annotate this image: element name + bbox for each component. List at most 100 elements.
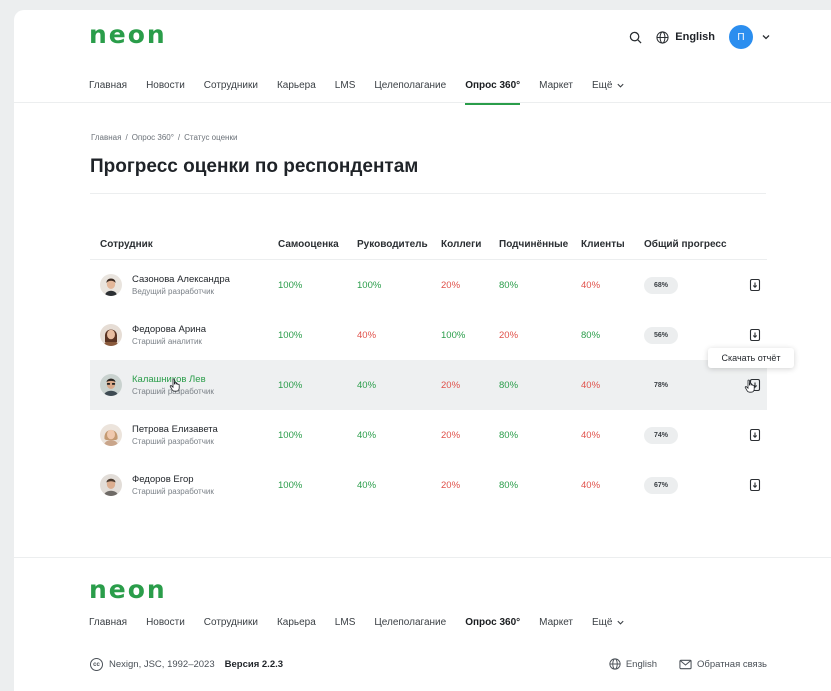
footer-nav-lms[interactable]: LMS bbox=[335, 613, 356, 632]
footer-nav: Главная Новости Сотрудники Карьера LMS Ц… bbox=[89, 607, 625, 637]
footer-nav-survey-360[interactable]: Опрос 360° bbox=[465, 613, 520, 632]
footer-nav-goals[interactable]: Целеполагание bbox=[374, 613, 446, 632]
table-row[interactable]: Калашников Лев Старший разработчик 100% … bbox=[90, 360, 767, 410]
footer-language-switch[interactable]: English bbox=[609, 658, 657, 670]
clients-score: 40% bbox=[581, 429, 601, 441]
main-nav: Главная Новости Сотрудники Карьера LMS Ц… bbox=[89, 70, 625, 105]
footer-nav-employees[interactable]: Сотрудники bbox=[204, 613, 258, 632]
copyright-icon: cc bbox=[90, 658, 103, 671]
clients-score: 40% bbox=[581, 379, 601, 391]
footer-nav-career[interactable]: Карьера bbox=[277, 613, 316, 632]
self-score: 100% bbox=[278, 479, 303, 491]
subordinates-score: 80% bbox=[499, 479, 519, 491]
logo[interactable]: neon bbox=[89, 20, 167, 49]
employee-cell: Калашников Лев Старший разработчик bbox=[90, 374, 278, 396]
footer-nav-more[interactable]: Ещё bbox=[592, 613, 625, 632]
feedback-label: Обратная связь bbox=[697, 658, 767, 670]
search-icon[interactable] bbox=[629, 31, 642, 44]
download-report-icon[interactable] bbox=[748, 278, 762, 292]
chevron-down-icon bbox=[762, 35, 770, 40]
copyright: cc Nexign, JSC, 1992–2023 Версия 2.2.3 bbox=[90, 658, 283, 671]
col-manager: Руководитель bbox=[357, 239, 428, 250]
footer-divider bbox=[14, 557, 831, 558]
employee-cell: Федорова Арина Старший аналитик bbox=[90, 324, 278, 346]
self-score: 100% bbox=[278, 329, 303, 341]
language-switch[interactable]: English bbox=[656, 30, 715, 44]
avatar: П bbox=[729, 25, 753, 49]
breadcrumb-survey[interactable]: Опрос 360° bbox=[132, 133, 174, 142]
nav-item-home[interactable]: Главная bbox=[89, 76, 127, 95]
download-tooltip: Скачать отчёт bbox=[708, 348, 794, 368]
nav-item-career[interactable]: Карьера bbox=[277, 76, 316, 95]
progress-badge: 67% bbox=[644, 476, 678, 494]
breadcrumb-separator: / bbox=[125, 133, 128, 142]
employee-name[interactable]: Петрова Елизавета bbox=[132, 424, 218, 435]
manager-score: 40% bbox=[357, 329, 377, 341]
breadcrumb-separator: / bbox=[177, 133, 181, 142]
table-row[interactable]: Федоров Егор Старший разработчик 100% 40… bbox=[90, 460, 767, 510]
download-report-icon[interactable] bbox=[748, 478, 762, 492]
avatar bbox=[100, 424, 122, 446]
employee-name[interactable]: Сазонова Александра bbox=[132, 274, 230, 285]
clients-score: 40% bbox=[581, 479, 601, 491]
chevron-down-icon bbox=[617, 83, 625, 88]
footer-logo[interactable]: neon bbox=[89, 575, 167, 604]
footer-actions: English Обратная связь bbox=[609, 658, 767, 670]
progress-table: Сотрудник Самооценка Руководитель Коллег… bbox=[90, 230, 767, 510]
copyright-text: Nexign, JSC, 1992–2023 bbox=[109, 659, 215, 670]
table-row[interactable]: Петрова Елизавета Старший разработчик 10… bbox=[90, 410, 767, 460]
clients-score: 40% bbox=[581, 279, 601, 291]
download-report-icon[interactable] bbox=[748, 328, 762, 342]
employee-cell: Петрова Елизавета Старший разработчик bbox=[90, 424, 278, 446]
avatar bbox=[100, 374, 122, 396]
nav-item-employees[interactable]: Сотрудники bbox=[204, 76, 258, 95]
nav-more-label: Ещё bbox=[592, 616, 613, 628]
employee-role: Старший разработчик bbox=[132, 437, 214, 446]
employee-role: Ведущий разработчик bbox=[132, 287, 215, 296]
manager-score: 100% bbox=[357, 279, 382, 291]
progress-badge: 74% bbox=[644, 426, 678, 444]
table-row[interactable]: Сазонова Александра Ведущий разработчик … bbox=[90, 260, 767, 310]
colleagues-score: 20% bbox=[441, 379, 461, 391]
employee-name[interactable]: Федорова Арина bbox=[132, 324, 206, 335]
table-header: Сотрудник Самооценка Руководитель Коллег… bbox=[90, 230, 767, 260]
nav-item-news[interactable]: Новости bbox=[146, 76, 185, 95]
chevron-down-icon bbox=[617, 620, 625, 625]
table-row[interactable]: Федорова Арина Старший аналитик 100% 40%… bbox=[90, 310, 767, 360]
footer-nav-news[interactable]: Новости bbox=[146, 613, 185, 632]
feedback-link[interactable]: Обратная связь bbox=[679, 658, 767, 670]
progress-badge: 68% bbox=[644, 276, 678, 294]
footer-nav-home[interactable]: Главная bbox=[89, 613, 127, 632]
download-report-icon[interactable] bbox=[748, 428, 762, 442]
globe-icon bbox=[609, 658, 621, 670]
employee-cell: Федоров Егор Старший разработчик bbox=[90, 474, 278, 496]
title-divider bbox=[90, 193, 766, 194]
employee-name[interactable]: Федоров Егор bbox=[132, 474, 214, 485]
clients-score: 80% bbox=[581, 329, 601, 341]
header-divider bbox=[14, 102, 831, 103]
nav-item-survey-360[interactable]: Опрос 360° bbox=[465, 76, 520, 105]
breadcrumb-home[interactable]: Главная bbox=[91, 133, 121, 142]
col-colleagues: Коллеги bbox=[441, 239, 482, 250]
hand-cursor-icon bbox=[169, 378, 180, 392]
avatar bbox=[100, 324, 122, 346]
nav-item-lms[interactable]: LMS bbox=[335, 76, 356, 95]
nav-item-market[interactable]: Маркет bbox=[539, 76, 573, 95]
col-employee: Сотрудник bbox=[100, 239, 153, 250]
footer-language-label: English bbox=[625, 658, 657, 670]
header-actions: English П bbox=[629, 24, 771, 50]
nav-item-goals[interactable]: Целеполагание bbox=[374, 76, 446, 95]
col-subordinates: Подчинённые bbox=[499, 239, 569, 250]
page-title: Прогресс оценки по респондентам bbox=[90, 156, 419, 177]
manager-score: 40% bbox=[357, 429, 377, 441]
progress-badge: 56% bbox=[644, 326, 678, 344]
subordinates-score: 80% bbox=[499, 279, 519, 291]
subordinates-score: 20% bbox=[499, 329, 519, 341]
footer-nav-market[interactable]: Маркет bbox=[539, 613, 573, 632]
app-window: neon English П Главная Новости Сотрудник… bbox=[14, 10, 831, 691]
employee-cell: Сазонова Александра Ведущий разработчик bbox=[90, 274, 278, 296]
avatar bbox=[100, 474, 122, 496]
nav-item-more[interactable]: Ещё bbox=[592, 76, 625, 95]
user-menu[interactable]: П bbox=[729, 25, 771, 49]
version-label: Версия 2.2.3 bbox=[224, 659, 284, 670]
